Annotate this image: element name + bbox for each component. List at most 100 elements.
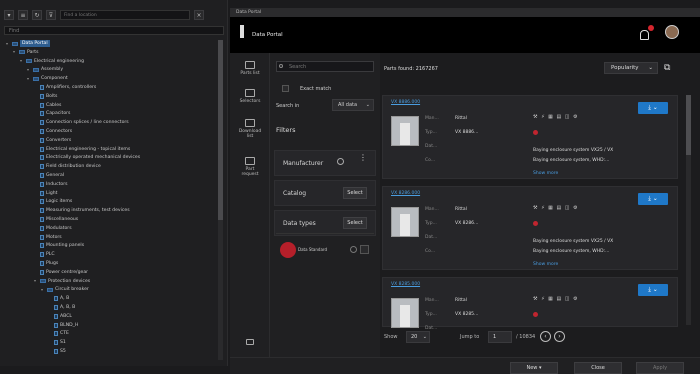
part-class-icon — [40, 85, 44, 90]
part-link[interactable]: VX 8886.000 — [391, 100, 420, 105]
refresh-icon[interactable]: ↻ — [32, 10, 42, 20]
tree-item[interactable]: Capacitors — [34, 110, 70, 117]
more-vertical-icon[interactable]: ⋮ — [359, 154, 367, 162]
page-size-select[interactable]: 20 ⌄ — [406, 331, 430, 343]
results-scrollbar-thumb[interactable] — [686, 95, 691, 155]
exact-match-checkbox[interactable] — [282, 85, 289, 92]
tree-item[interactable]: Modulators — [34, 225, 72, 232]
download-button[interactable]: ⤓ ⌄ — [638, 284, 668, 296]
show-more-link[interactable]: Show more — [533, 171, 558, 176]
tree-item[interactable]: ▾ Component — [27, 75, 68, 82]
tree-item[interactable]: Miscellaneous — [34, 216, 78, 223]
tree-item[interactable]: Cables — [34, 102, 61, 109]
tree-item[interactable]: Bolts — [34, 93, 57, 100]
bell-icon[interactable] — [640, 30, 649, 40]
tree-item[interactable]: Measuring instruments, test devices — [34, 207, 130, 214]
tree-item[interactable]: ABCL — [48, 313, 72, 320]
part-link[interactable]: VX 8285.000 — [391, 282, 420, 287]
filters-panel: Search Exact match Search in All data ⌄ F… — [272, 53, 378, 366]
download-button[interactable]: ⤓ ⌄ — [638, 102, 668, 114]
part-link[interactable]: VX 8286.000 — [391, 191, 420, 196]
nav-selectors[interactable]: Selectors — [230, 89, 270, 104]
tree-item[interactable]: Logic items — [34, 198, 72, 205]
search-in-select[interactable]: All data ⌄ — [332, 99, 374, 111]
format-icons[interactable]: ⚒ ⚡ ▦ ▤ ◫ ⚙ — [533, 205, 579, 211]
expand-toggle-icon[interactable]: ▾ — [27, 76, 31, 81]
filter-icon[interactable]: ▾ — [4, 10, 14, 20]
expand-toggle-icon — [34, 235, 38, 239]
view-toggle-icon[interactable]: ⧉ — [664, 63, 676, 73]
expand-toggle-icon — [34, 147, 38, 151]
sort-select[interactable]: Popularity ⌄ — [604, 62, 658, 74]
catalog-select-button[interactable]: Select — [343, 187, 367, 199]
tree-item[interactable]: Connectors — [34, 128, 72, 135]
nav-bottom-item[interactable] — [230, 339, 270, 347]
part-thumbnail[interactable] — [391, 298, 419, 328]
expand-toggle-icon[interactable]: ▾ — [6, 41, 10, 46]
clear-icon[interactable]: × — [194, 10, 204, 20]
result-card[interactable]: VX 8285.000 Man... Rittal Typ... VX 8285... D… — [382, 277, 678, 331]
tree-item[interactable]: A, B — [48, 295, 69, 302]
result-card[interactable]: VX 8286.000 Man... Rittal Typ... VX 8286... D… — [382, 186, 678, 270]
tree-item[interactable]: ▾ Protection devices — [34, 278, 90, 285]
format-icons[interactable]: ⚒ ⚡ ▦ ▤ ◫ ⚙ — [533, 296, 579, 302]
nav-parts-list[interactable]: Parts list — [230, 61, 270, 76]
new-button[interactable]: New ▾ — [510, 362, 558, 374]
part-thumbnail[interactable] — [391, 116, 419, 146]
expand-toggle-icon[interactable]: ▾ — [20, 59, 24, 63]
expand-toggle-icon[interactable]: ▾ — [34, 279, 38, 283]
apply-button[interactable]: Apply — [636, 362, 684, 374]
tree-item[interactable]: Mounting panels — [34, 242, 84, 249]
tree-item[interactable]: Power centre/gear — [34, 269, 88, 276]
jump-to-input[interactable]: 1 — [488, 331, 512, 343]
tree-item[interactable]: Electrically operated mechanical devices — [34, 154, 140, 161]
show-more-link[interactable]: Show more — [533, 262, 558, 267]
nav-part-request[interactable]: Part request — [230, 157, 270, 177]
tree-item[interactable]: ▾ Parts — [13, 49, 38, 56]
expand-toggle-icon[interactable]: ▾ — [41, 287, 45, 292]
tree-item[interactable]: ▾ Data Portal — [6, 40, 50, 47]
tree-item[interactable]: S1 — [48, 339, 66, 346]
tree-item[interactable]: ▾ Electrical engineering — [20, 58, 84, 65]
nav-download-list[interactable]: Download list — [230, 119, 270, 139]
prev-page-icon[interactable]: ‹ — [540, 331, 551, 342]
tree-item[interactable]: Amplifiers, controllers — [34, 84, 96, 91]
tree-item[interactable]: A, B, B — [48, 304, 75, 311]
tree-item[interactable]: ▾ Assembly — [27, 66, 63, 73]
tree-item[interactable]: Inductors — [34, 181, 68, 188]
download-button[interactable]: ⤓ ⌄ — [638, 193, 668, 205]
tree-item[interactable]: PLC — [34, 251, 55, 258]
format-icons[interactable]: ⚒ ⚡ ▦ ▤ ◫ ⚙ — [533, 114, 579, 120]
result-card[interactable]: VX 8886.000 Man... Rittal Typ... VX 8886... D… — [382, 95, 678, 179]
funnel-icon[interactable]: ⊽ — [46, 10, 56, 20]
tree-scrollbar-thumb[interactable] — [218, 40, 223, 220]
datatypes-select-button[interactable]: Select — [343, 217, 367, 229]
part-search-input[interactable]: Search — [276, 61, 374, 72]
tree-item[interactable]: BLND_H — [48, 322, 78, 329]
expand-toggle-icon[interactable]: ▾ — [27, 67, 31, 72]
tree-item[interactable]: Electrical engineering - topical items — [34, 146, 130, 153]
tree-item[interactable]: ▾ Circuit breaker — [41, 286, 89, 293]
manufacturer-filter[interactable]: Manufacturer ⋮ — [274, 150, 376, 176]
part-thumbnail[interactable] — [391, 207, 419, 237]
tree-item[interactable]: Plugs — [34, 260, 58, 267]
tree-item[interactable]: Motors — [34, 234, 62, 241]
next-page-icon[interactable]: › — [554, 331, 565, 342]
close-button[interactable]: Close — [574, 362, 622, 374]
info-icon[interactable] — [337, 158, 344, 165]
tree-search-input[interactable]: Find — [4, 26, 224, 35]
cad-checkbox[interactable] — [360, 245, 369, 254]
tree-item[interactable]: Connection splices / line connectors — [34, 119, 129, 126]
cad-info-icon[interactable] — [350, 246, 357, 253]
expand-toggle-icon[interactable]: ▾ — [13, 50, 17, 54]
sort-icon[interactable]: ≡ — [18, 10, 28, 20]
tree-item[interactable]: Light — [34, 190, 57, 197]
tree-item[interactable]: Converters — [34, 137, 71, 144]
tree-item[interactable]: S5 — [48, 348, 66, 355]
tree-item[interactable]: General — [34, 172, 64, 179]
avatar[interactable] — [665, 25, 679, 39]
tree-item[interactable]: CTE — [48, 330, 69, 337]
location-input[interactable]: Find a location — [60, 10, 190, 20]
tree-item[interactable]: Field distribution device — [34, 163, 101, 170]
tree-item-label: Field distribution device — [46, 164, 101, 170]
